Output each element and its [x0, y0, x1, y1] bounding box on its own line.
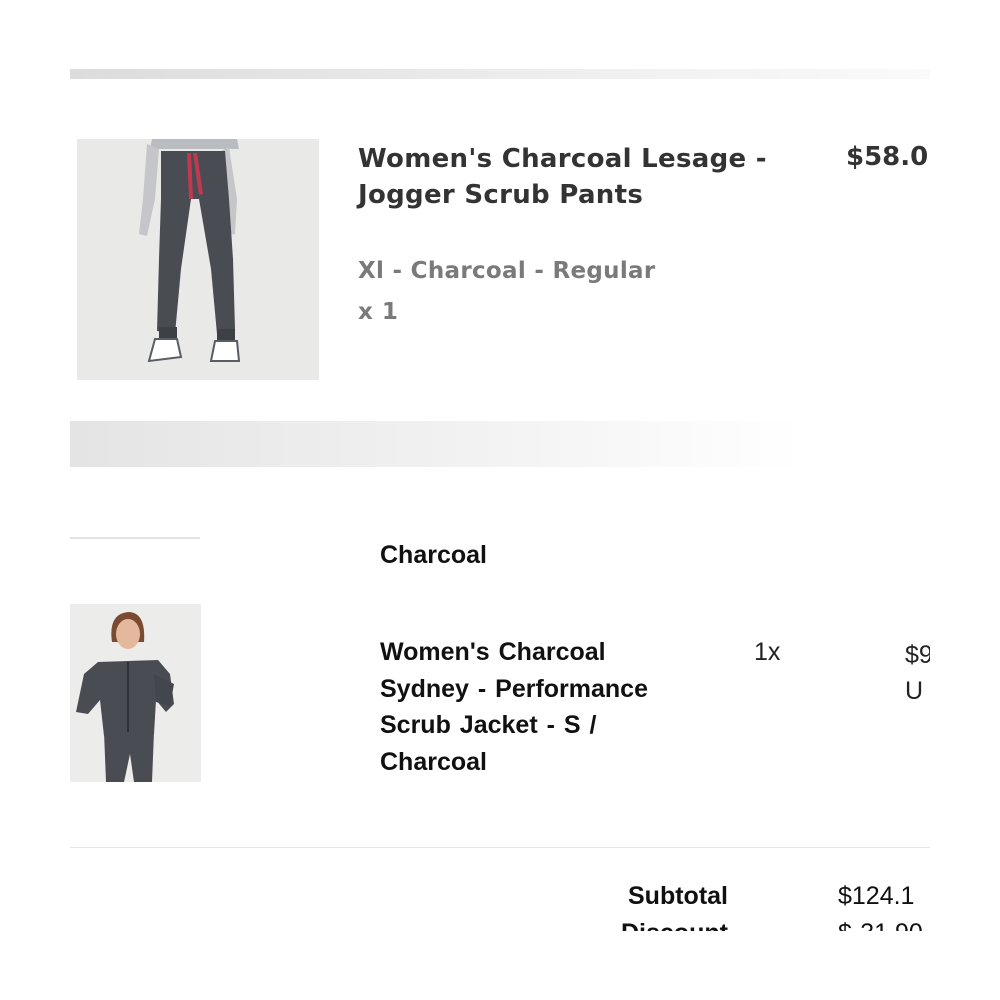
scrub-jacket-product-image[interactable]: [70, 604, 201, 782]
product-quantity: 1x: [754, 638, 781, 666]
product-price-value: $9: [905, 641, 930, 669]
product-price: $58.0: [846, 142, 929, 172]
product-price: $9 U: [905, 637, 930, 709]
color-heading: Charcoal: [380, 541, 487, 569]
product-price-line2: U: [905, 677, 924, 705]
product-quantity: x 1: [358, 299, 399, 325]
product-variant: Xl - Charcoal - Regular: [358, 258, 656, 284]
product-name[interactable]: Women's Charcoal Sydney - Performance Sc…: [380, 634, 660, 780]
jogger-pants-illustration: [77, 139, 319, 380]
subtotal-label: Subtotal: [628, 882, 728, 910]
cart-viewport: Women's Charcoal Lesage - Jogger Scrub P…: [0, 0, 930, 1000]
product-name[interactable]: Women's Charcoal Lesage - Jogger Scrub P…: [358, 141, 778, 213]
subtotal-value: $124.1: [838, 882, 915, 910]
discount-label: Discount: [621, 918, 728, 931]
scrub-jacket-illustration: [70, 604, 201, 782]
discount-value: $-31.90: [838, 918, 923, 931]
discount-row: Discount $-31.90: [600, 918, 930, 931]
jogger-pants-product-image[interactable]: [77, 139, 319, 380]
